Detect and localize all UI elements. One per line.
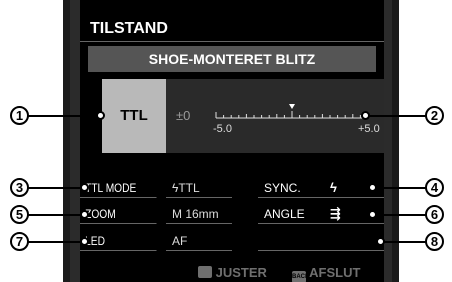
callout-2: 2 xyxy=(425,106,444,125)
callout-dot-4 xyxy=(368,183,377,192)
sync-label: SYNC. xyxy=(258,178,324,198)
flash-compensation-value: ±0 xyxy=(176,108,191,123)
callout-dot-6 xyxy=(368,210,377,219)
callout-dot-1 xyxy=(96,111,105,120)
callout-dot-2 xyxy=(361,111,370,120)
callout-leader-2 xyxy=(365,115,427,117)
callout-dot-3 xyxy=(80,183,89,192)
flash-compensation-scale[interactable] xyxy=(214,100,372,134)
flash-angle-icon: ⇶ xyxy=(330,206,341,221)
dial-icon xyxy=(198,266,212,278)
screen-subtitle: SHOE-MONTERET BLITZ xyxy=(88,46,376,72)
zoom-value[interactable]: M 16mm xyxy=(166,204,232,224)
footer-bar: JUSTER BACK AFSLUT xyxy=(80,263,384,282)
exit-label: AFSLUT xyxy=(309,265,361,280)
empty-setting-slot xyxy=(258,231,384,251)
callout-leader-8 xyxy=(380,241,426,243)
callout-8: 8 xyxy=(425,232,444,251)
callout-leader-4 xyxy=(372,187,426,189)
angle-label: ANGLE xyxy=(258,204,324,224)
front-curtain-sync-icon: ϟ xyxy=(330,180,337,195)
callout-dot-8 xyxy=(376,237,385,246)
callout-1: 1 xyxy=(10,106,29,125)
flash-mode-selector[interactable]: TTL xyxy=(102,79,166,153)
ttl-mode-label: TTL MODE xyxy=(80,178,157,198)
callout-4: 4 xyxy=(425,178,444,197)
callout-3: 3 xyxy=(10,178,29,197)
led-value[interactable]: AF xyxy=(166,231,232,251)
zoom-label: ZOOM xyxy=(80,204,157,224)
back-key-icon: BACK xyxy=(292,271,309,282)
scale-pointer-icon xyxy=(289,104,295,109)
exit-hint: BACK AFSLUT xyxy=(292,263,360,282)
callout-dot-7 xyxy=(80,237,89,246)
callout-leader-6 xyxy=(372,214,426,216)
callout-7: 7 xyxy=(10,232,29,251)
ttl-mode-value[interactable]: ϟTTL xyxy=(166,178,232,198)
callout-dot-5 xyxy=(80,210,89,219)
adjust-hint: JUSTER xyxy=(198,263,267,282)
led-label: LED xyxy=(80,231,157,251)
screen-title: TILSTAND xyxy=(80,16,384,42)
scale-max-label: +5.0 xyxy=(358,123,380,135)
callout-leader-5 xyxy=(27,214,85,216)
scale-min-label: -5.0 xyxy=(213,123,232,135)
callout-5: 5 xyxy=(10,205,29,224)
callout-leader-7 xyxy=(27,241,85,243)
callout-leader-1 xyxy=(27,115,101,117)
scale-ticks xyxy=(215,111,369,118)
callout-6: 6 xyxy=(425,205,444,224)
adjust-label: JUSTER xyxy=(215,265,267,280)
callout-leader-3 xyxy=(27,187,85,189)
